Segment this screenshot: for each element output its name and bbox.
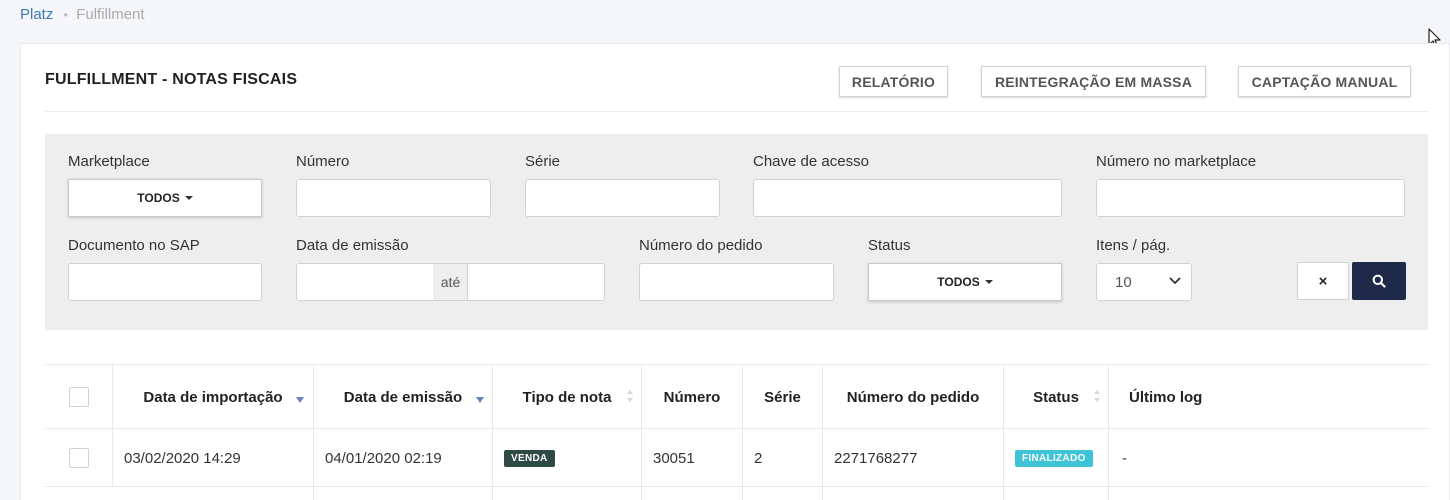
cell-numero-pedido: 2271768277: [823, 429, 1004, 487]
data-emissao-to-input[interactable]: [467, 263, 605, 301]
row-select-cell: [45, 429, 113, 487]
select-all-cell: [45, 365, 113, 429]
itens-pag-label: Itens / pág.: [1096, 237, 1171, 254]
sort-icon: [627, 390, 633, 402]
numero-pedido-label: Número do pedido: [639, 237, 763, 254]
manual-capture-button[interactable]: CAPTAÇÃO MANUAL: [1238, 66, 1411, 97]
breadcrumb: Platz ● Fulfillment: [20, 6, 145, 23]
report-button[interactable]: RELATÓRIO: [839, 66, 948, 97]
cell-ultimo-log: -: [1122, 449, 1127, 467]
column-header-label: Número do pedido: [846, 388, 980, 406]
marketplace-label: Marketplace: [68, 153, 150, 170]
cell-serie: 2: [743, 429, 823, 487]
breadcrumb-separator-icon: ●: [63, 10, 69, 19]
documento-sap-input[interactable]: [68, 263, 262, 301]
column-header-label: Série: [764, 388, 801, 406]
column-header-label: Tipo de nota: [522, 388, 612, 406]
filters-panel: Marketplace Número Série Chave de acesso…: [45, 134, 1428, 330]
search-button[interactable]: [1352, 262, 1406, 300]
column-header-label: Data de emissão: [343, 388, 463, 406]
column-header-serie: Série: [743, 365, 823, 429]
serie-input[interactable]: [525, 179, 720, 217]
sort-desc-icon: [296, 397, 304, 403]
sort-icon: [1094, 390, 1100, 402]
numero-pedido-input[interactable]: [639, 263, 834, 301]
chave-acesso-input[interactable]: [753, 179, 1062, 217]
main-panel: FULFILLMENT - NOTAS FISCAIS RELATÓRIO RE…: [20, 43, 1450, 500]
tipo-nota-badge: VENDA: [504, 449, 555, 467]
column-header-tipo-nota[interactable]: Tipo de nota: [493, 365, 642, 429]
sort-desc-icon: [476, 397, 484, 403]
status-badge: FINALIZADO: [1015, 449, 1093, 467]
invoices-table: Data de importação Data de emissão Tipo …: [45, 364, 1428, 500]
marketplace-dropdown-value: TODOS: [137, 191, 180, 205]
serie-label: Série: [525, 153, 561, 170]
status-label: Status: [868, 237, 911, 254]
column-header-status[interactable]: Status: [1004, 365, 1109, 429]
cell-status: FINALIZADO: [1004, 429, 1109, 487]
numero-marketplace-label: Número no marketplace: [1096, 153, 1257, 170]
status-dropdown-value: TODOS: [937, 275, 980, 289]
itens-pag-value: 10: [1115, 273, 1132, 291]
next-row-cell: [642, 487, 743, 500]
row-checkbox[interactable]: [68, 448, 89, 468]
column-header-numero-pedido: Número do pedido: [823, 365, 1004, 429]
next-row-cell: [1004, 487, 1109, 500]
mass-reintegration-button[interactable]: REINTEGRAÇÃO EM MASSA: [981, 66, 1206, 97]
next-row-cell: [493, 487, 642, 500]
column-header-data-emissao[interactable]: Data de emissão: [314, 365, 493, 429]
cell-data-importacao: 03/02/2020 14:29: [113, 429, 314, 487]
data-emissao-from-input[interactable]: [296, 263, 434, 301]
column-header-ultimo-log: Último log: [1109, 365, 1428, 429]
data-emissao-label: Data de emissão: [296, 237, 409, 254]
next-row-cell: [113, 487, 314, 500]
caret-down-icon: [984, 280, 993, 284]
date-range-separator: até: [433, 263, 468, 301]
column-header-label: Data de importação: [143, 388, 283, 406]
next-row-cell: [823, 487, 1004, 500]
cell-data-emissao: 04/01/2020 02:19: [314, 429, 493, 487]
close-icon: ×: [1318, 272, 1328, 290]
next-row-cell: [314, 487, 493, 500]
select-all-checkbox[interactable]: [68, 387, 89, 407]
title-divider: [45, 111, 1428, 112]
column-header-numero: Número: [642, 365, 743, 429]
column-header-label: Status: [1033, 388, 1079, 406]
cell-numero: 30051: [642, 429, 743, 487]
numero-input[interactable]: [296, 179, 491, 217]
documento-sap-label: Documento no SAP: [68, 237, 200, 254]
column-header-data-importacao[interactable]: Data de importação: [113, 365, 314, 429]
numero-marketplace-input[interactable]: [1096, 179, 1405, 217]
caret-down-icon: [184, 196, 193, 200]
next-row-cell: [743, 487, 823, 500]
column-header-label: Número: [663, 388, 721, 406]
search-icon: [1372, 274, 1386, 288]
clear-filters-button[interactable]: ×: [1297, 262, 1349, 300]
status-dropdown[interactable]: TODOS: [868, 263, 1062, 301]
breadcrumb-current: Fulfillment: [76, 6, 145, 23]
page-title: FULFILLMENT - NOTAS FISCAIS: [45, 71, 298, 88]
column-header-label: Último log: [1129, 388, 1203, 406]
marketplace-dropdown[interactable]: TODOS: [68, 179, 262, 217]
numero-label: Número: [296, 153, 350, 170]
cell-tipo-nota: VENDA: [493, 429, 642, 487]
chave-acesso-label: Chave de acesso: [753, 153, 869, 170]
chevron-down-icon: [1169, 277, 1181, 285]
breadcrumb-root-link[interactable]: Platz: [20, 6, 53, 23]
itens-pag-select[interactable]: 10: [1096, 263, 1192, 301]
